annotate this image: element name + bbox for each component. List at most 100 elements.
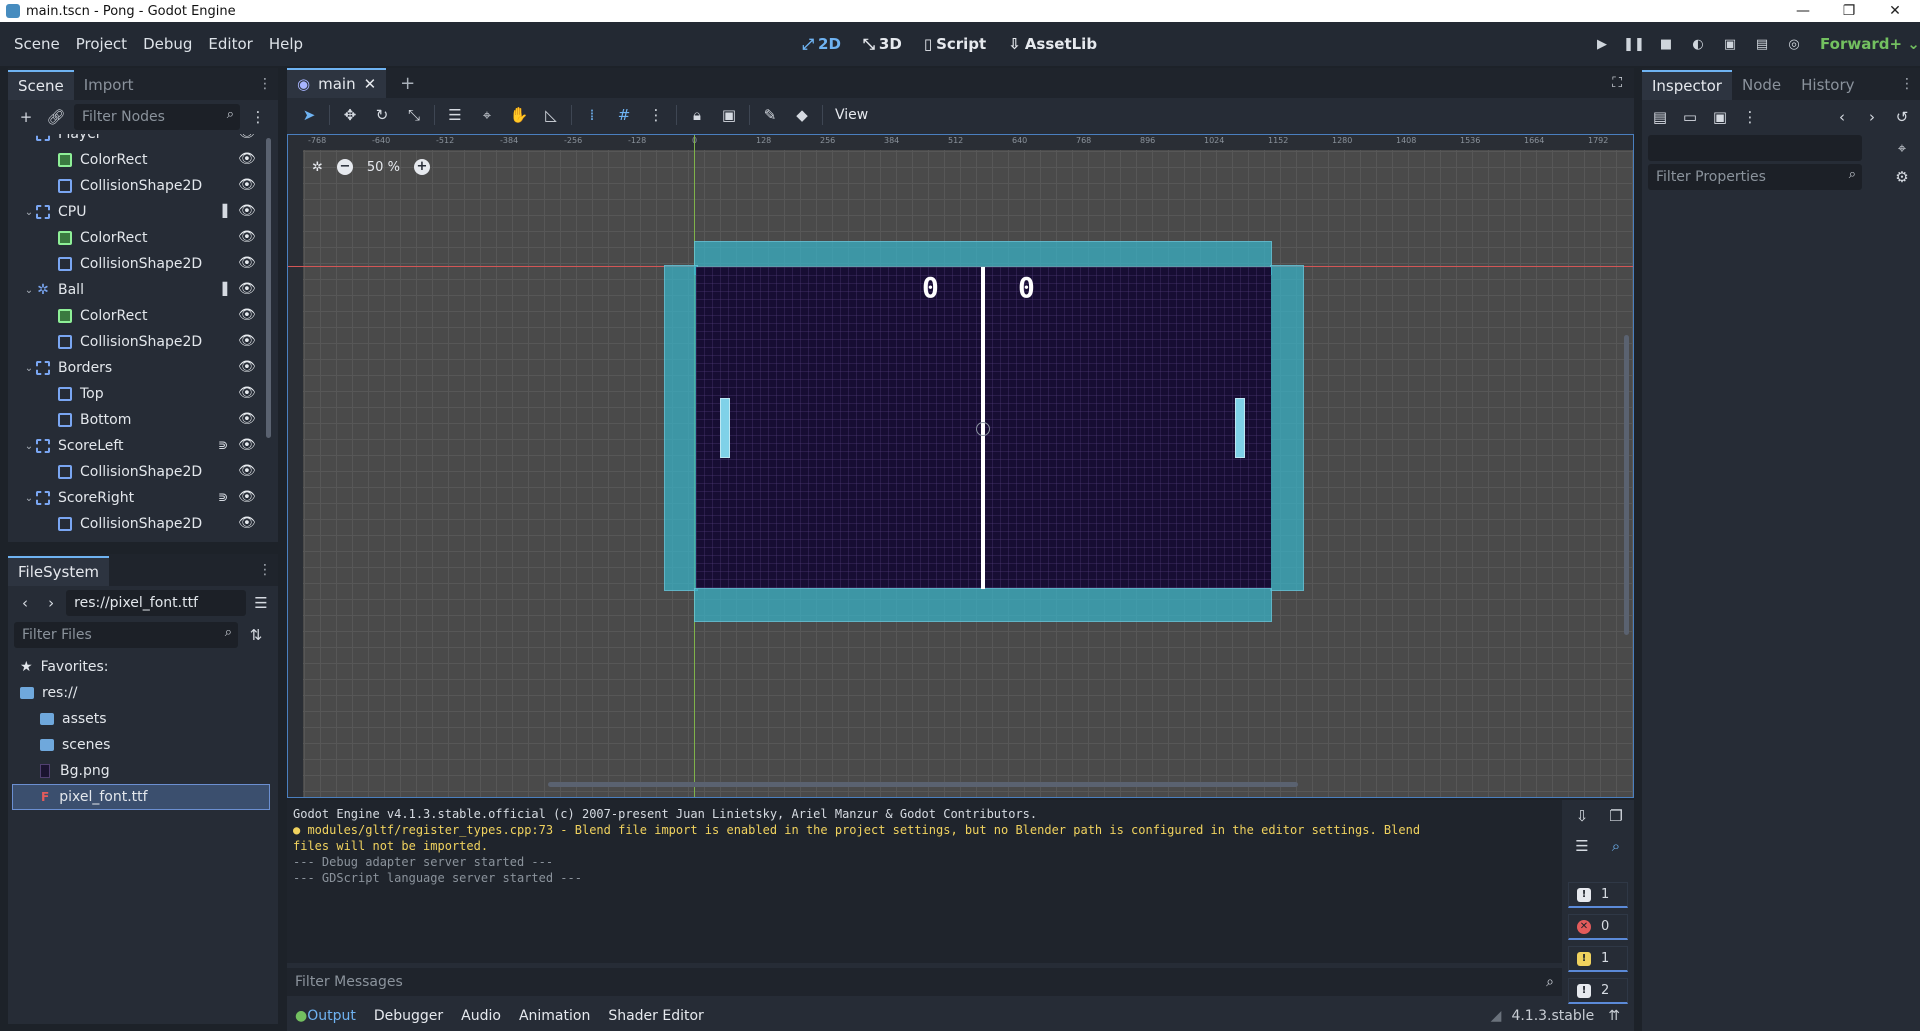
group-icon[interactable]: ▣ xyxy=(717,103,741,127)
zoom-reset-icon[interactable]: ✲ xyxy=(312,160,323,175)
scene-tree-row[interactable]: Player 👁︎ xyxy=(18,134,260,147)
counter-warning[interactable]: ! 1 xyxy=(1568,946,1628,972)
view-menu[interactable]: View xyxy=(831,107,872,123)
cpu-paddle[interactable] xyxy=(1235,398,1245,458)
back-icon[interactable]: ‹ xyxy=(14,591,36,615)
player-paddle[interactable] xyxy=(720,398,730,458)
scene-tree-row[interactable]: Top 👁︎ xyxy=(18,381,260,407)
tab-audio[interactable]: Audio xyxy=(461,1008,501,1024)
script-attached-icon[interactable]: ▐ xyxy=(218,282,230,296)
selectable-nodes-icon[interactable]: ☰ xyxy=(443,103,467,127)
zoom-level[interactable]: 50 % xyxy=(367,160,400,175)
menu-debug[interactable]: Debug xyxy=(135,35,200,53)
object-history-icon[interactable]: ↺ xyxy=(1890,105,1914,129)
border-bottom[interactable] xyxy=(694,588,1272,622)
filesystem-row[interactable]: ★ Favorites: xyxy=(12,654,270,680)
visibility-eye-icon[interactable]: 👁︎ xyxy=(238,515,256,531)
visibility-eye-icon[interactable]: 👁︎ xyxy=(238,333,256,349)
tab-filesystem[interactable]: FileSystem xyxy=(8,556,110,586)
viewport-hscrollbar[interactable] xyxy=(548,782,1298,787)
move-mode-icon[interactable]: ✥ xyxy=(338,103,362,127)
history-forward-icon[interactable]: › xyxy=(1860,105,1884,129)
scene-tree-menu-icon[interactable]: ⋮ xyxy=(246,105,270,129)
pan-mode-icon[interactable]: ✋ xyxy=(507,103,531,127)
minimize-button[interactable]: — xyxy=(1780,0,1826,22)
visibility-eye-icon[interactable]: 👁︎ xyxy=(238,463,256,479)
counter-message[interactable]: ! 1 xyxy=(1568,882,1628,908)
pin-icon[interactable]: ⌖ xyxy=(1890,136,1914,160)
save-resource-icon[interactable]: ▣ xyxy=(1708,105,1732,129)
smart-snap-icon[interactable]: ⁞ xyxy=(580,103,604,127)
signal-connected-icon[interactable]: ⋑ xyxy=(218,490,230,504)
scale-mode-icon[interactable]: ⤡ xyxy=(402,103,426,127)
ruler-mode-icon[interactable]: ◺ xyxy=(539,103,563,127)
expand-arrow-icon[interactable]: ⌄ xyxy=(22,363,36,374)
play-scene-icon[interactable]: ▣ xyxy=(1720,34,1740,54)
scene-tree-row[interactable]: ⌄ CPU ▐ 👁︎ xyxy=(18,199,260,225)
scene-tree-row[interactable]: CollisionShape2D 👁︎ xyxy=(18,459,260,485)
visibility-eye-icon[interactable]: 👁︎ xyxy=(238,281,256,297)
path-field[interactable]: res://pixel_font.ttf xyxy=(66,590,246,616)
viewport-vscrollbar[interactable] xyxy=(1624,335,1629,635)
filesystem-row[interactable]: scenes xyxy=(12,732,270,758)
movie-maker-icon[interactable]: ◎ xyxy=(1784,34,1804,54)
scene-tree-row[interactable]: ⌄ ✲ Ball ▐ 👁︎ xyxy=(18,277,260,303)
scene-tab-main[interactable]: ◉ main ✕ xyxy=(287,68,387,98)
filesystem-row[interactable]: res:// xyxy=(12,680,270,706)
tab-node[interactable]: Node xyxy=(1732,70,1791,100)
scene-tree-row[interactable]: CollisionShape2D 👁︎ xyxy=(18,251,260,277)
scene-tree-row[interactable]: CollisionShape2D 👁︎ xyxy=(18,173,260,199)
tab-2d[interactable]: ⤢ 2D xyxy=(796,35,847,53)
output-log[interactable]: Godot Engine v4.1.3.stable.official (c) … xyxy=(287,800,1562,963)
close-tab-icon[interactable]: ✕ xyxy=(364,75,377,93)
visibility-eye-icon[interactable]: 👁︎ xyxy=(238,203,256,219)
tab-inspector[interactable]: Inspector xyxy=(1642,70,1732,100)
skeleton-icon[interactable]: ✎ xyxy=(758,103,782,127)
renderer-select[interactable]: Forward+ ⌄ xyxy=(1820,35,1920,53)
grid-snap-icon[interactable]: # xyxy=(612,103,636,127)
visibility-eye-icon[interactable]: 👁︎ xyxy=(238,151,256,167)
visibility-eye-icon[interactable]: 👁︎ xyxy=(238,255,256,271)
scene-tree-row[interactable]: ⌄ ScoreRight ⋑ 👁︎ xyxy=(18,485,260,511)
filesystem-row[interactable]: Fpixel_font.ttf xyxy=(12,784,270,810)
ball[interactable] xyxy=(976,422,990,436)
play-icon[interactable]: ▶ xyxy=(1592,34,1612,54)
filter-properties-input[interactable]: Filter Properties ⌕ xyxy=(1648,164,1862,190)
scene-tree-row[interactable]: ColorRect 👁︎ xyxy=(18,303,260,329)
remote-debug-icon[interactable]: ◐ xyxy=(1688,34,1708,54)
scene-tree-row[interactable]: CollisionShape2D 👁︎ xyxy=(18,329,260,355)
score-right-area[interactable] xyxy=(1270,265,1304,591)
expand-arrow-icon[interactable]: ⌄ xyxy=(22,285,36,296)
zoom-in-icon[interactable]: + xyxy=(413,159,430,175)
dock-menu-icon[interactable]: ⋮ xyxy=(258,76,272,92)
object-selector[interactable] xyxy=(1648,135,1862,161)
copy-output-icon[interactable]: ❐ xyxy=(1604,804,1628,828)
tab-assetlib[interactable]: ⇩ AssetLib xyxy=(1002,35,1103,53)
rotate-mode-icon[interactable]: ↻ xyxy=(370,103,394,127)
scene-tree-row[interactable]: CollisionShape2D 👁︎ xyxy=(18,511,260,534)
menu-scene[interactable]: Scene xyxy=(6,35,68,53)
tab-3d[interactable]: ⤡ 3D xyxy=(857,35,908,53)
score-left-area[interactable] xyxy=(664,265,698,591)
tab-history[interactable]: History xyxy=(1791,70,1864,100)
score-right-label[interactable]: 0 xyxy=(1018,271,1035,304)
forward-icon[interactable]: › xyxy=(40,591,62,615)
filesystem-row[interactable]: Bg.png xyxy=(12,758,270,784)
visibility-eye-icon[interactable]: 👁︎ xyxy=(238,437,256,453)
clear-output-icon[interactable]: ⇩ xyxy=(1570,804,1594,828)
menu-editor[interactable]: Editor xyxy=(200,35,260,53)
pause-icon[interactable]: ❚❚ xyxy=(1623,34,1645,54)
load-resource-icon[interactable]: ▭ xyxy=(1678,105,1702,129)
new-resource-icon[interactable]: ▤ xyxy=(1648,105,1672,129)
scene-tree-row[interactable]: ⌄ ScoreLeft ⋑ 👁︎ xyxy=(18,433,260,459)
viewport[interactable]: -768 -640 -512 -384 -256 -128 0 128 256 384 512 640… xyxy=(287,134,1634,798)
play-custom-scene-icon[interactable]: ▤ xyxy=(1752,34,1772,54)
tab-import[interactable]: Import xyxy=(74,70,144,100)
filesystem-row[interactable]: assets xyxy=(12,706,270,732)
visibility-eye-icon[interactable]: 👁︎ xyxy=(238,177,256,193)
scene-tree-row[interactable]: ColorRect 👁︎ xyxy=(18,225,260,251)
scene-tree-row[interactable]: ⌄ Borders 👁︎ xyxy=(18,355,260,381)
tab-scene[interactable]: Scene xyxy=(8,70,74,100)
close-window-button[interactable]: ✕ xyxy=(1872,0,1918,22)
camera-override-icon[interactable]: ◆ xyxy=(790,103,814,127)
